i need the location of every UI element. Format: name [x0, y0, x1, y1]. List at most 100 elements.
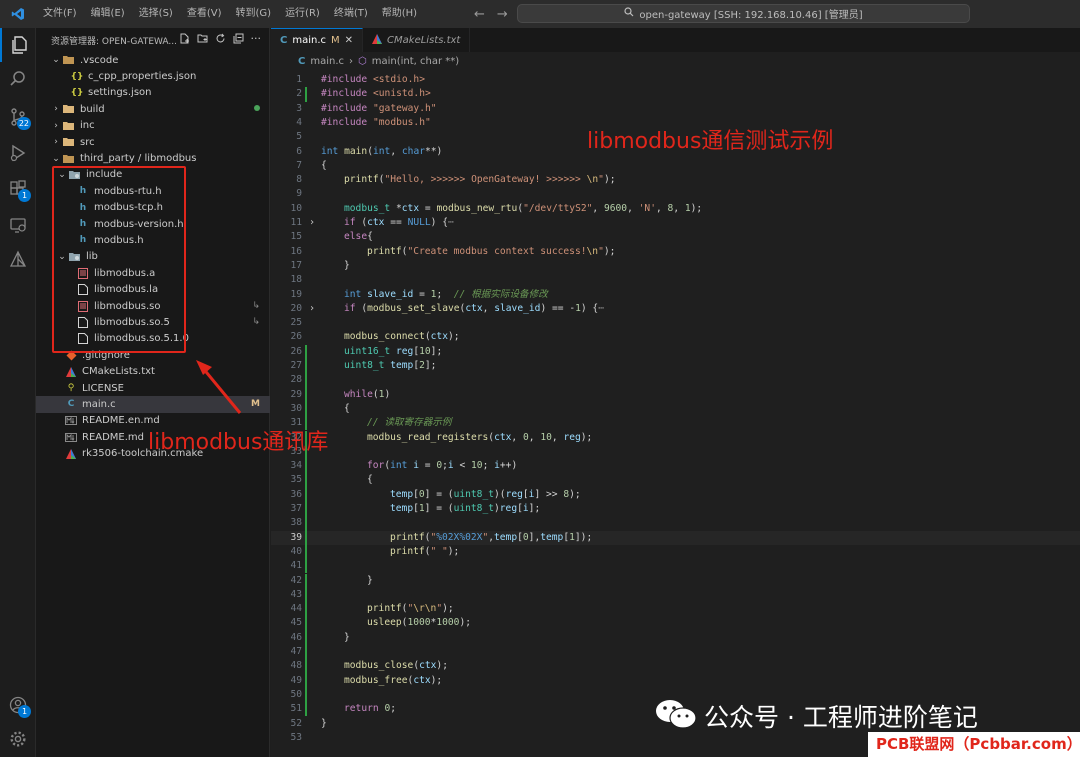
chevron-right-icon[interactable]: ›: [50, 121, 62, 131]
accounts-badge: 1: [18, 705, 31, 718]
folder-icon: [62, 103, 76, 115]
tree-item[interactable]: ⌄ third_party / libmodbus: [36, 150, 270, 166]
close-icon[interactable]: ✕: [345, 35, 353, 46]
tree-item[interactable]: {} settings.json: [36, 85, 270, 101]
new-folder-icon[interactable]: [197, 33, 208, 47]
new-file-icon[interactable]: [179, 33, 190, 47]
line-number: 28: [290, 374, 302, 386]
accounts-icon[interactable]: 1: [0, 688, 36, 722]
git-added-marker: [305, 487, 307, 502]
tree-item[interactable]: › inc: [36, 118, 270, 134]
code-line: 28: [271, 373, 1080, 388]
git-added-marker: [305, 530, 307, 545]
code-line: 30 {: [271, 401, 1080, 417]
chevron-right-icon[interactable]: ›: [309, 302, 315, 316]
cmake-icon[interactable]: [0, 242, 36, 276]
tree-item[interactable]: ⌄ .vscode: [36, 52, 270, 68]
menu-help[interactable]: 帮助(H): [375, 0, 424, 28]
search-icon[interactable]: [0, 62, 36, 96]
code-line: 7{: [271, 159, 1080, 173]
back-arrow-icon[interactable]: ←: [474, 7, 485, 22]
code-line: 34 for(int i = 0;i < 10; i++): [271, 459, 1080, 474]
tree-item[interactable]: {} c_cpp_properties.json: [36, 68, 270, 84]
forward-arrow-icon[interactable]: →: [497, 7, 508, 22]
source-control-badge: 22: [16, 117, 31, 130]
source-control-icon[interactable]: 22: [0, 100, 36, 134]
library-annotation: libmodbus通讯库: [148, 430, 329, 455]
remote-explorer-icon[interactable]: [0, 208, 36, 242]
cmake-file-icon: [64, 448, 78, 460]
menu-go[interactable]: 转到(G): [229, 0, 279, 28]
code-text: for(int i = 0;i < 10; i++): [367, 460, 518, 472]
json-file-icon: {}: [70, 71, 84, 82]
code-text: }: [321, 717, 327, 729]
git-added-marker: [305, 516, 307, 531]
git-added-marker: [305, 702, 307, 717]
chevron-right-icon[interactable]: ›: [309, 216, 315, 230]
title-bar: 文件(F) 编辑(E) 选择(S) 查看(V) 转到(G) 运行(R) 终端(T…: [0, 0, 1080, 28]
folder-icon: [62, 120, 76, 132]
code-line: 8 printf("Hello, >>>>>> OpenGateway! >>>>…: [271, 173, 1080, 187]
breadcrumb-symbol[interactable]: main(int, char **): [372, 56, 459, 67]
refresh-icon[interactable]: [215, 33, 226, 47]
c-file-icon: C: [280, 35, 288, 46]
line-number: 19: [290, 288, 302, 300]
menu-view[interactable]: 查看(V): [180, 0, 229, 28]
extensions-icon[interactable]: 1: [0, 172, 36, 206]
line-number: 45: [290, 617, 302, 629]
chevron-down-icon[interactable]: ⌄: [50, 55, 62, 65]
chevron-down-icon[interactable]: ⌄: [50, 154, 62, 164]
git-added-marker: [305, 587, 307, 603]
tree-item-label: c_cpp_properties.json: [88, 71, 197, 83]
tab-main-c[interactable]: C main.c M ✕: [271, 28, 364, 52]
more-actions-icon[interactable]: ···: [251, 33, 262, 47]
menu-terminal[interactable]: 终端(T): [327, 0, 375, 28]
chevron-right-icon[interactable]: ›: [50, 104, 62, 114]
tab-status: M: [331, 35, 340, 46]
tab-cmakelists[interactable]: CMakeLists.txt: [363, 28, 471, 52]
code-line: 49 modbus_free(ctx);: [271, 673, 1080, 688]
wechat-watermark: 公众号 · 工程师进阶笔记: [654, 697, 978, 735]
folder-open-icon: [62, 54, 76, 66]
code-text: printf(" ");: [390, 545, 460, 557]
code-line: 29 while(1): [271, 387, 1080, 402]
git-added-marker: [305, 616, 307, 631]
line-number: 15: [290, 231, 302, 243]
menu-run[interactable]: 运行(R): [278, 0, 327, 28]
code-line: 35 {: [271, 473, 1080, 488]
tree-item[interactable]: › build: [36, 101, 270, 117]
collapse-all-icon[interactable]: [233, 33, 244, 47]
line-number: 39: [290, 531, 302, 543]
menu-selection[interactable]: 选择(S): [132, 0, 180, 28]
git-added-marker: [305, 687, 307, 703]
site-watermark: PCB联盟网（Pcbbar.com）: [876, 735, 1080, 753]
breadcrumb-file[interactable]: main.c: [310, 56, 344, 67]
code-line: 47: [271, 645, 1080, 660]
chevron-right-icon[interactable]: ›: [50, 137, 62, 147]
tree-item-label: CMakeLists.txt: [82, 366, 155, 378]
code-text: }: [367, 574, 373, 586]
command-center[interactable]: open-gateway [SSH: 192.168.10.46] [管理员]: [517, 4, 970, 23]
line-number: 34: [290, 460, 302, 472]
line-number: 2: [296, 88, 302, 100]
code-text: printf("\r\n");: [367, 603, 454, 615]
line-number: 30: [290, 402, 302, 414]
code-line: 27 uint8_t temp[2];: [271, 359, 1080, 374]
tree-item-label: settings.json: [88, 87, 152, 99]
tree-item-label: inc: [80, 120, 95, 132]
license-file-icon: ⚲: [67, 383, 75, 393]
menu-file[interactable]: 文件(F): [36, 0, 84, 28]
code-line: 18: [271, 273, 1080, 287]
code-line: 9: [271, 187, 1080, 201]
line-number: 36: [290, 488, 302, 500]
settings-gear-icon[interactable]: [0, 722, 36, 756]
code-line: 42}: [271, 573, 1080, 588]
line-number: 26: [290, 331, 302, 343]
code-line: 40 printf(" ");: [271, 544, 1080, 560]
run-debug-icon[interactable]: [0, 136, 36, 170]
code-editor[interactable]: 1 #include <stdio.h> 2 #include <unistd.h> 3…: [271, 70, 1080, 757]
tree-item[interactable]: › src: [36, 134, 270, 150]
menu-edit[interactable]: 编辑(E): [84, 0, 132, 28]
explorer-icon[interactable]: [0, 28, 36, 62]
line-number: 18: [290, 274, 302, 286]
